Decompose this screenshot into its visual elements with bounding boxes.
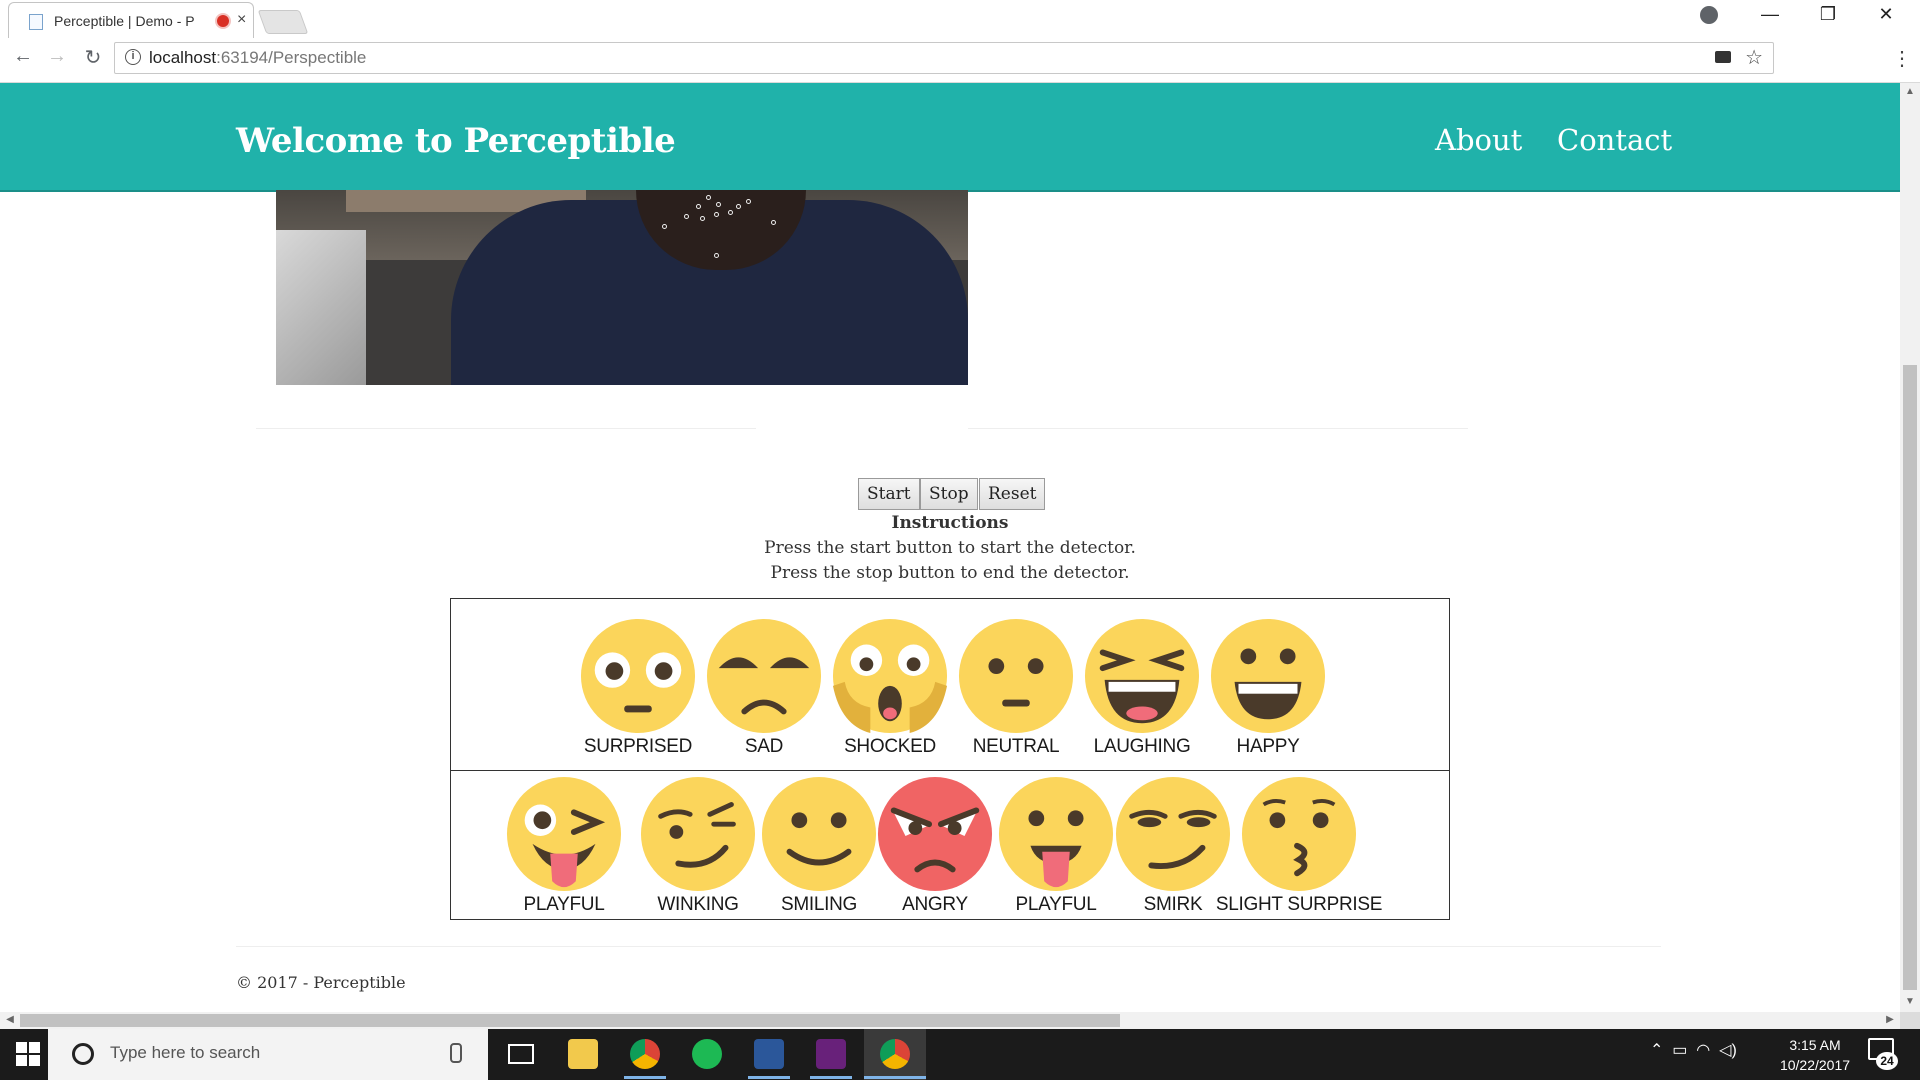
word-running-indicator <box>748 1076 790 1079</box>
scrollbar-corner <box>1900 1012 1920 1029</box>
spotify-icon[interactable] <box>692 1039 722 1069</box>
camera-in-use-icon[interactable] <box>1715 51 1731 63</box>
emoji-label: SLIGHT SURPRISE <box>1215 894 1383 915</box>
minimize-button[interactable]: — <box>1750 4 1790 25</box>
nav-contact-link[interactable]: Contact <box>1557 123 1672 157</box>
forward-button[interactable]: → <box>42 45 72 68</box>
profile-icon[interactable] <box>1700 6 1718 24</box>
emoji-playful-wink-icon <box>505 775 623 893</box>
address-bar[interactable]: i localhost:63194/Perspectible ☆ <box>114 42 1774 74</box>
url-text: localhost:63194/Perspectible <box>149 48 366 68</box>
notification-count-badge: 24 <box>1876 1052 1898 1070</box>
emoji-winking-icon <box>639 775 757 893</box>
bookmark-star-icon[interactable]: ☆ <box>1745 45 1763 70</box>
windows-start-icon[interactable] <box>16 1042 40 1066</box>
site-info-icon[interactable]: i <box>125 49 141 65</box>
scroll-left-arrow-icon[interactable]: ◀ <box>0 1014 20 1025</box>
emoji-label: WINKING <box>657 894 739 915</box>
chrome-active-indicator <box>864 1076 926 1079</box>
webcam-video <box>276 190 968 385</box>
scroll-up-arrow-icon[interactable]: ▲ <box>1900 86 1920 97</box>
site-brand[interactable]: Welcome to Perceptible <box>236 121 676 161</box>
emoji-sad-icon <box>705 617 823 735</box>
visual-studio-icon[interactable] <box>816 1039 846 1069</box>
taskbar-clock[interactable]: 3:15 AM 10/22/2017 <box>1760 1035 1870 1075</box>
file-explorer-icon[interactable] <box>568 1039 598 1069</box>
microphone-icon[interactable] <box>450 1043 462 1063</box>
emoji-slight-surprise-icon <box>1240 775 1358 893</box>
stop-button[interactable]: Stop <box>920 478 978 510</box>
visual-studio-running-indicator <box>810 1076 852 1079</box>
emoji-laughing-icon <box>1083 617 1201 735</box>
instructions-title: Instructions <box>891 513 1009 533</box>
emotion-chart: SURPRISED SAD SHOCKED NEUTRAL LAUGHING HAPPY P… <box>450 598 1450 920</box>
emoji-label: SMILING <box>780 894 858 915</box>
start-button[interactable]: Start <box>858 478 920 510</box>
tab-close-icon[interactable]: × <box>237 11 246 29</box>
back-button[interactable]: ← <box>8 45 38 68</box>
chrome-active-icon[interactable] <box>880 1039 910 1069</box>
chart-row-divider <box>451 770 1449 771</box>
chrome-icon[interactable] <box>630 1039 660 1069</box>
taskbar-search-placeholder: Type here to search <box>110 1043 261 1062</box>
horizontal-scroll-thumb[interactable] <box>20 1014 1120 1027</box>
reset-button[interactable]: Reset <box>979 478 1046 510</box>
instructions-line-1: Press the start button to start the dete… <box>764 538 1136 558</box>
divider <box>256 428 756 429</box>
emoji-label: ANGRY <box>902 894 968 915</box>
emoji-label: PLAYFUL <box>523 894 605 915</box>
taskbar-search-box[interactable]: Type here to search <box>48 1029 488 1080</box>
system-tray[interactable]: ⌃ ▭ ◠ ◁) <box>1650 1040 1737 1060</box>
url-path: :63194/Perspectible <box>216 48 367 67</box>
page-favicon-icon <box>29 14 43 30</box>
emoji-label: LAUGHING <box>1093 736 1191 757</box>
scroll-right-arrow-icon[interactable]: ▶ <box>1880 1014 1900 1025</box>
emoji-shocked-icon <box>831 617 949 735</box>
new-tab-button[interactable] <box>257 10 309 34</box>
nav-about-link[interactable]: About <box>1435 123 1522 157</box>
emoji-neutral-icon <box>957 617 1075 735</box>
site-header: Welcome to Perceptible About Contact <box>0 83 1900 192</box>
emoji-smirk-icon <box>1114 775 1232 893</box>
cortana-icon[interactable] <box>72 1043 94 1065</box>
vertical-scroll-thumb[interactable] <box>1903 365 1917 990</box>
url-host: localhost <box>149 48 217 67</box>
emoji-label: PLAYFUL <box>1015 894 1097 915</box>
browser-menu-icon[interactable]: ⋮ <box>1892 46 1912 71</box>
clock-date: 10/22/2017 <box>1779 1057 1851 1073</box>
word-icon[interactable] <box>754 1039 784 1069</box>
emoji-label: NEUTRAL <box>972 736 1060 757</box>
emoji-surprised-icon <box>579 617 697 735</box>
emoji-label: HAPPY <box>1236 736 1300 757</box>
instructions-line-2: Press the stop button to end the detecto… <box>770 563 1130 583</box>
scroll-down-arrow-icon[interactable]: ▼ <box>1900 996 1920 1007</box>
footer-divider <box>236 946 1661 947</box>
close-window-button[interactable]: ✕ <box>1866 4 1906 25</box>
emoji-label: SAD <box>744 736 784 757</box>
page-viewport: Welcome to Perceptible About Contact Sta… <box>0 83 1900 1012</box>
recording-indicator-icon <box>217 15 229 27</box>
divider <box>968 428 1468 429</box>
emoji-happy-icon <box>1209 617 1327 735</box>
emoji-angry-icon <box>876 775 994 893</box>
maximize-button[interactable]: ❐ <box>1808 4 1848 25</box>
clock-time: 3:15 AM <box>1789 1037 1841 1053</box>
emoji-label: SHOCKED <box>844 736 936 757</box>
tab-title: Perceptible | Demo - P <box>54 13 195 29</box>
emoji-label: SMIRK <box>1143 894 1203 915</box>
emoji-playful-icon <box>997 775 1115 893</box>
footer-copyright: © 2017 - Perceptible <box>236 973 406 992</box>
emoji-label: SURPRISED <box>583 736 693 757</box>
reload-button[interactable]: ↻ <box>78 45 108 70</box>
emoji-smiling-icon <box>760 775 878 893</box>
task-view-icon[interactable] <box>508 1044 534 1064</box>
browser-tab[interactable]: Perceptible | Demo - P × <box>8 2 254 38</box>
chrome-running-indicator <box>624 1076 666 1079</box>
